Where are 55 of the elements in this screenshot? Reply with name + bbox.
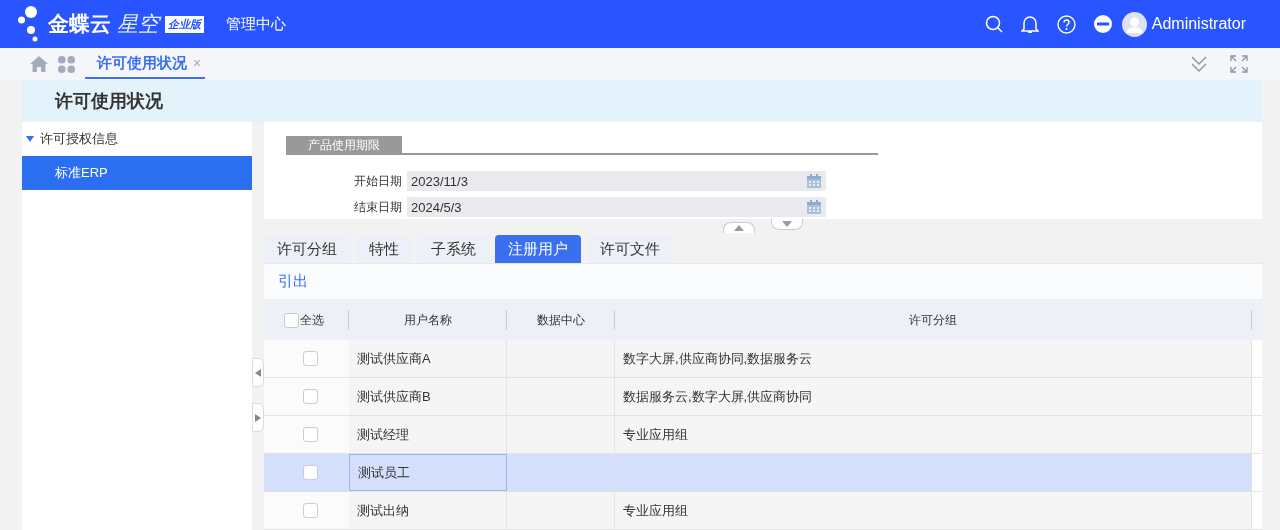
date-field[interactable]: 2023/11/3 xyxy=(407,171,826,191)
table-cell: 测试经理 xyxy=(349,416,507,453)
detail-tab[interactable]: 子系统 xyxy=(418,234,489,264)
calendar-icon[interactable] xyxy=(806,199,822,215)
table-cell: 数字大屏,供应商协同,数据服务云 xyxy=(615,340,1252,377)
collapse-left-button[interactable] xyxy=(252,358,264,387)
no-entry-icon[interactable] xyxy=(1093,15,1112,33)
field-label: 开始日期 xyxy=(353,172,402,190)
table-cell: 数据服务云,数字大屏,供应商协同 xyxy=(615,378,1252,415)
detail-tab[interactable]: 许可文件 xyxy=(587,234,673,264)
column-header[interactable]: 数据中心 xyxy=(507,310,615,330)
double-chevron-down-icon[interactable] xyxy=(1190,55,1208,73)
column-header[interactable]: 许可分组 xyxy=(615,310,1252,330)
search-icon[interactable] xyxy=(984,15,1003,33)
table-cell: 测试供应商B xyxy=(349,378,507,415)
caret-right-icon[interactable] xyxy=(255,413,261,422)
detail-tab[interactable]: 许可分组 xyxy=(264,234,350,264)
column-header[interactable]: 用户名称 xyxy=(349,310,507,330)
table-cell: 测试供应商A xyxy=(349,340,507,377)
expand-down-button[interactable] xyxy=(771,218,803,230)
bell-icon[interactable] xyxy=(1020,14,1039,34)
row-checkbox[interactable] xyxy=(303,465,318,480)
table-cell: 测试员工 xyxy=(349,454,507,491)
caret-down-icon[interactable] xyxy=(26,135,34,143)
select-all-checkbox[interactable] xyxy=(284,312,299,328)
group-header: 产品使用期限 xyxy=(286,136,402,153)
calendar-icon[interactable] xyxy=(806,173,822,189)
avatar-icon[interactable] xyxy=(1121,11,1147,37)
table-cell: 专业应用组 xyxy=(615,416,1252,453)
tree-item[interactable]: 许可授权信息 xyxy=(22,122,252,156)
collapse-up-button[interactable] xyxy=(723,221,755,233)
page-title: 许可使用状况 xyxy=(55,90,163,113)
caret-left-icon[interactable] xyxy=(255,368,261,377)
column-header: 全选 xyxy=(300,311,324,329)
edition-badge: 企业版 xyxy=(165,15,204,33)
fullscreen-icon[interactable] xyxy=(1230,55,1248,73)
home-icon[interactable] xyxy=(30,56,48,72)
apps-icon[interactable] xyxy=(58,55,75,73)
row-checkbox[interactable] xyxy=(303,427,318,442)
table-cell: 测试出纳 xyxy=(349,492,507,529)
field-label: 结束日期 xyxy=(353,198,402,216)
row-checkbox[interactable] xyxy=(303,503,318,518)
row-checkbox[interactable] xyxy=(303,389,318,404)
logo-text: 金蝶云 xyxy=(48,11,111,37)
detail-tab[interactable]: 注册用户 xyxy=(495,234,581,264)
tree-item[interactable]: 标准ERP xyxy=(22,156,252,190)
header-title: 管理中心 xyxy=(226,14,286,34)
date-field[interactable]: 2024/5/3 xyxy=(407,197,826,217)
export-link[interactable]: 引出 xyxy=(278,272,308,292)
row-checkbox[interactable] xyxy=(303,351,318,366)
detail-tab[interactable]: 特性 xyxy=(356,234,412,264)
help-icon[interactable] xyxy=(1056,14,1076,34)
table-cell: 专业应用组 xyxy=(615,492,1252,529)
expand-right-button[interactable] xyxy=(252,403,264,432)
user-name[interactable]: Administrator xyxy=(1151,15,1246,33)
